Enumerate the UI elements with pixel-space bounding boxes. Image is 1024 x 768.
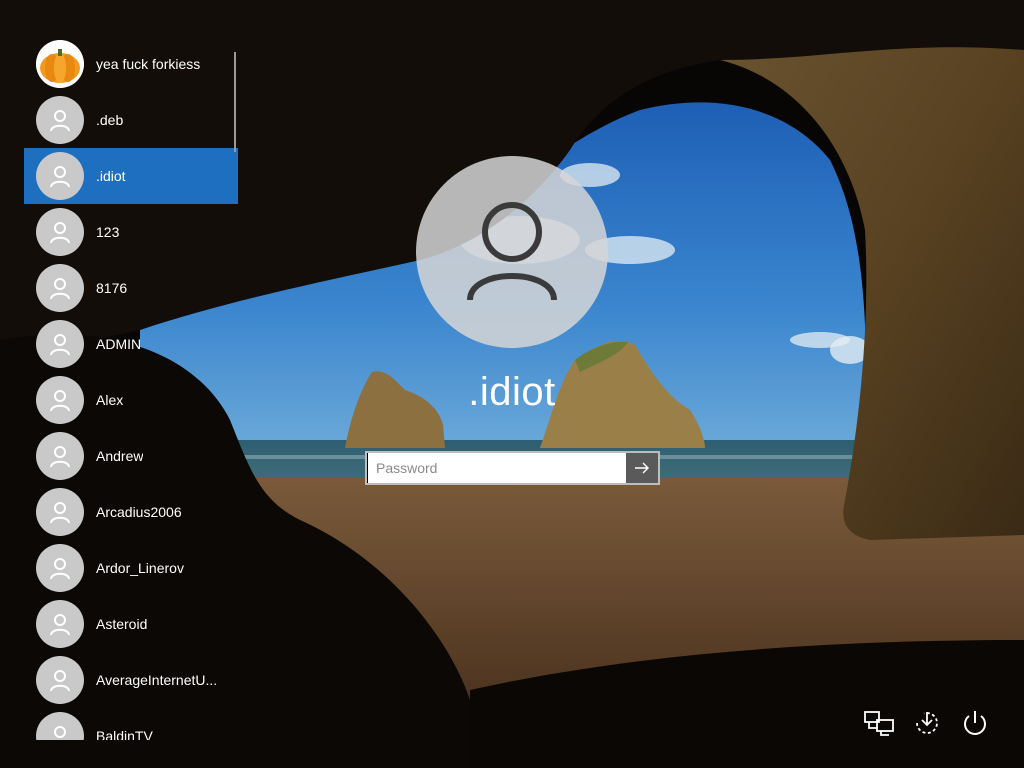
password-box [365,451,660,485]
user-item[interactable]: BaldinTV [24,708,238,740]
user-avatar [36,656,84,704]
user-name: Ardor_Linerov [96,560,184,576]
user-name: yea fuck forkiess [96,56,201,72]
user-avatar [36,264,84,312]
user-item[interactable]: .deb [24,92,238,148]
user-name: Asteroid [96,616,148,632]
person-icon [50,278,70,300]
user-avatar [36,320,84,368]
user-avatar [36,712,84,740]
user-avatar [36,488,84,536]
ease-of-access-button[interactable] [910,706,944,740]
user-item[interactable]: AverageInternetU... [24,652,238,708]
person-icon [50,166,70,188]
user-name: ADMIN [96,336,142,352]
user-item[interactable]: Andrew [24,428,238,484]
power-button[interactable] [958,706,992,740]
user-name: .idiot [96,168,126,184]
user-avatar [36,152,84,200]
user-avatar [36,544,84,592]
selected-user-name: .idiot [468,370,556,414]
person-icon [50,558,70,580]
user-avatar [36,376,84,424]
user-avatar [36,96,84,144]
network-icon [864,711,894,736]
user-name: AverageInternetU... [96,672,218,688]
user-list-scrollbar[interactable] [234,52,236,152]
person-icon [50,502,70,524]
user-name: Alex [96,392,124,408]
user-item[interactable]: yea fuck forkiess [24,36,238,92]
user-list[interactable]: yea fuck forkiess .deb .idiot 123 8176 A… [24,36,238,740]
user-avatar [36,432,84,480]
person-icon [50,222,70,244]
user-name: .deb [96,112,124,128]
user-item[interactable]: 123 [24,204,238,260]
person-icon [50,446,70,468]
person-icon [50,390,70,412]
power-icon [964,711,986,735]
ease-of-access-icon [916,712,938,734]
person-icon [50,334,70,356]
person-icon [50,110,70,132]
user-item[interactable]: Alex [24,372,238,428]
selected-user-avatar [416,156,608,348]
user-avatar [36,40,84,88]
user-item[interactable]: ADMIN [24,316,238,372]
user-avatar [36,600,84,648]
user-name: Andrew [96,448,144,464]
user-item[interactable]: Arcadius2006 [24,484,238,540]
person-icon [50,614,70,636]
user-item[interactable]: 8176 [24,260,238,316]
network-button[interactable] [862,706,896,740]
arrow-right-icon [635,462,649,474]
user-name: Arcadius2006 [96,504,182,520]
user-item[interactable]: Asteroid [24,596,238,652]
user-name: BaldinTV [96,728,153,740]
person-icon [50,670,70,692]
user-name: 123 [96,224,120,240]
password-input[interactable] [367,453,626,483]
user-item-selected[interactable]: .idiot [24,148,238,204]
sign-in-button[interactable] [626,453,658,483]
person-icon [54,726,66,738]
user-item[interactable]: Ardor_Linerov [24,540,238,596]
user-avatar [36,208,84,256]
user-name: 8176 [96,280,128,296]
pumpkin-icon [36,40,84,88]
person-icon [467,202,557,301]
